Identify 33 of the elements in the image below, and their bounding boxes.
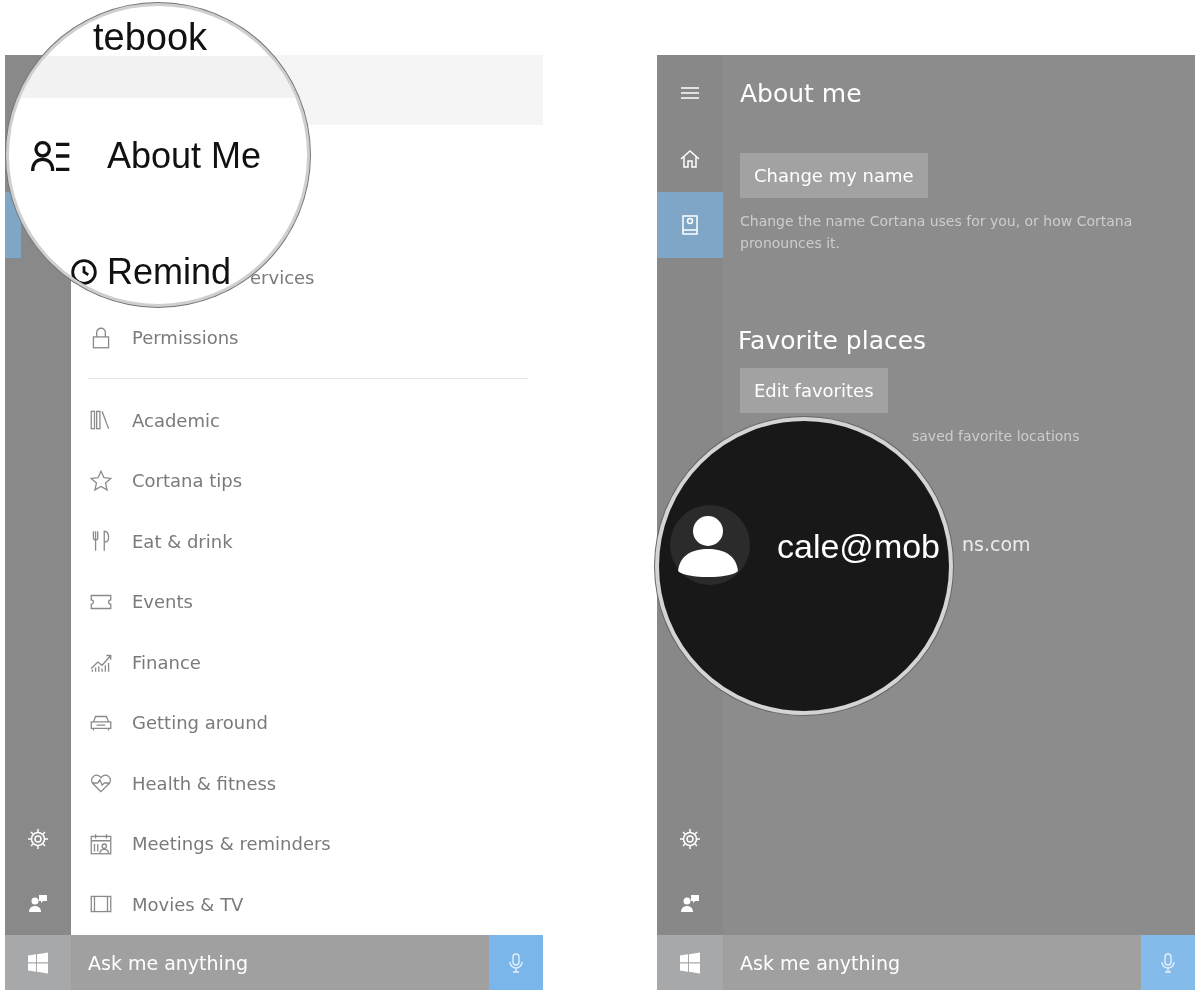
settings-icon[interactable] [678, 827, 702, 851]
list-item[interactable]: Permissions [132, 327, 239, 349]
avatar-icon [670, 505, 750, 585]
account-email: ns.com [962, 533, 1031, 555]
page-title: About me [740, 78, 863, 110]
microphone-button[interactable] [489, 935, 543, 990]
list-item[interactable]: Academic [132, 409, 220, 431]
action-button[interactable]: Edit favorites [740, 368, 888, 413]
list-item[interactable]: Events [132, 591, 193, 613]
description: Change the name Cortana uses for you, or how Cortana pronounces it. [740, 213, 1133, 251]
account-email: cale@mob [777, 527, 941, 566]
action-button[interactable]: Change my name [740, 153, 928, 198]
menu-item[interactable]: Remind [107, 251, 232, 293]
list-item[interactable]: Eat & drink [132, 530, 233, 552]
list-item[interactable]: Movies & TV [132, 893, 244, 915]
microphone-button[interactable] [1141, 935, 1195, 990]
list-item[interactable]: Cortana tips [132, 470, 243, 492]
panel-title: tebook [92, 15, 209, 56]
search-field[interactable]: Ask me anything [723, 935, 1141, 990]
list-item[interactable]: Getting around [132, 712, 268, 734]
section-heading: Favorite places [738, 325, 928, 357]
windows-icon[interactable] [678, 950, 702, 975]
selected-rail-tab[interactable] [657, 192, 723, 258]
search-field[interactable]: Ask me anything [71, 935, 489, 990]
list-item[interactable]: ervices [250, 266, 315, 288]
home-icon [678, 147, 702, 171]
list-item[interactable]: Meetings & reminders [132, 833, 331, 855]
list-item[interactable]: Finance [132, 651, 201, 673]
list-item[interactable]: Health & fitness [132, 772, 277, 794]
description: saved favorite locations [912, 428, 1080, 444]
menu-item[interactable]: About Me [107, 135, 262, 177]
settings-icon[interactable] [26, 827, 50, 851]
windows-icon[interactable] [26, 950, 50, 975]
